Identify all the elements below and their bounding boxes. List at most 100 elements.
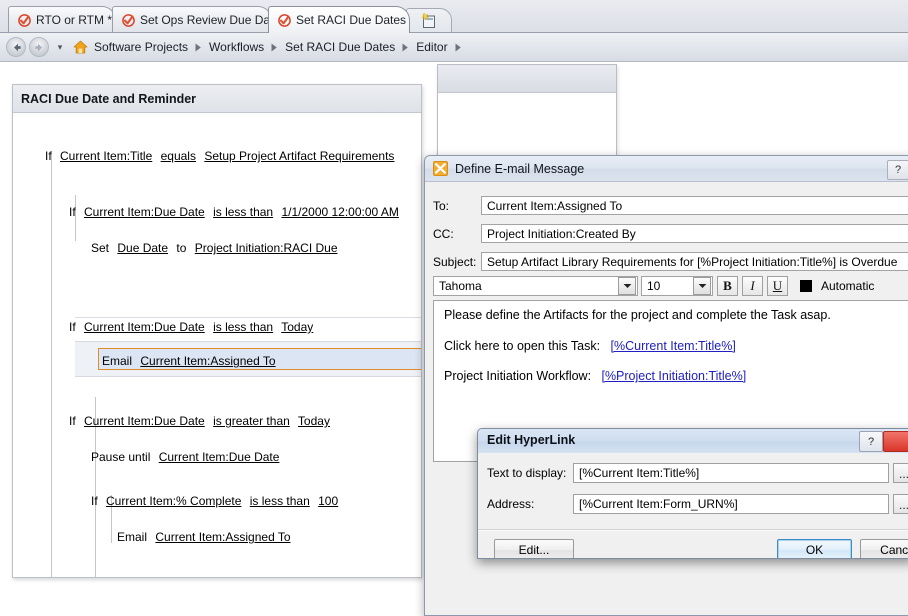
font-family-select[interactable]: Tahoma [433, 276, 638, 296]
hyperlink-help-button[interactable]: ? [859, 431, 883, 452]
font-size-select[interactable]: 10 [641, 276, 713, 296]
ok-button[interactable]: OK [777, 539, 852, 558]
breadcrumb-item-software-projects[interactable]: Software Projects [93, 40, 189, 54]
step-operator[interactable]: is less than [213, 320, 273, 334]
step-field[interactable]: Due Date [117, 241, 168, 255]
email-to-row: To: Current Item:Assigned To [433, 196, 908, 215]
page-title: RACI Due Date and Reminder [21, 91, 197, 106]
hyperlink-dialog-body: Text to display: [%Current Item:Title%] … [478, 453, 908, 558]
step-field[interactable]: Current Item:Title [60, 149, 152, 163]
step-keyword: If [69, 320, 76, 334]
email-dialog-title-bar[interactable]: Define E-mail Message ? [425, 156, 908, 182]
bold-button[interactable]: B [717, 276, 738, 296]
step-operator[interactable]: is less than [250, 494, 310, 508]
step-value[interactable]: Setup Project Artifact Requirements [204, 149, 394, 163]
new-tab-button[interactable] [406, 8, 452, 34]
step-field[interactable]: Current Item:Due Date [84, 205, 205, 219]
back-button[interactable] [6, 37, 26, 57]
step-value[interactable]: 1/1/2000 12:00:00 AM [281, 205, 398, 219]
step-field[interactable]: Current Item:% Complete [106, 494, 241, 508]
underline-button[interactable]: U [767, 276, 788, 296]
email-app-icon [433, 161, 448, 176]
email-subject-field[interactable]: Setup Artifact Library Requirements for … [481, 252, 908, 271]
hyperlink-address-input[interactable]: [%Current Item:Form_URN%] [573, 494, 889, 514]
browser-tab-rto-or-rtm[interactable]: RTO or RTM * [8, 6, 116, 33]
workflow-step-if-due-date-lt-date[interactable]: If Current Item:Due Date is less than 1/… [69, 205, 399, 219]
tab-strip: RTO or RTM * Set Ops Review Due Date Set… [0, 0, 908, 34]
workflow-step-if-percent-complete[interactable]: If Current Item:% Complete is less than … [91, 494, 338, 508]
workflow-step-email-assigned-to-selected[interactable]: Email Current Item:Assigned To [102, 354, 276, 368]
step-operator[interactable]: equals [161, 149, 196, 163]
step-connector: to [176, 241, 187, 255]
current-item-title-link[interactable]: [%Current Item:Title%] [611, 339, 736, 353]
project-initiation-title-link[interactable]: [%Project Initiation:Title%] [601, 369, 746, 383]
breadcrumb-item-set-raci-due-dates[interactable]: Set RACI Due Dates [284, 40, 396, 54]
email-body-line-3: Project Initiation Workflow: [%Project I… [444, 370, 907, 383]
workflow-step-if-due-date-gt-today[interactable]: If Current Item:Due Date is greater than… [69, 414, 330, 428]
chevron-down-icon[interactable] [618, 277, 636, 295]
browser-tab-set-raci-due-dates[interactable]: Set RACI Due Dates [268, 6, 410, 33]
step-value[interactable]: Today [298, 414, 330, 428]
workflow-step-if-title[interactable]: If Current Item:Title equals Setup Proje… [45, 149, 394, 163]
hyperlink-dialog-title: Edit HyperLink [487, 433, 576, 447]
italic-button[interactable]: I [742, 276, 763, 296]
email-dialog-title: Define E-mail Message [455, 161, 585, 176]
hyperlink-text-input[interactable]: [%Current Item:Title%] [573, 463, 889, 483]
email-cc-field[interactable]: Project Initiation:Created By [481, 224, 908, 243]
edit-button[interactable]: Edit... [494, 539, 574, 558]
hyperlink-address-label: Address: [487, 497, 535, 511]
step-field[interactable]: Current Item:Due Date [84, 414, 205, 428]
font-color-swatch[interactable] [800, 280, 812, 292]
email-format-toolbar: Tahoma 10 B I U Automatic [433, 275, 908, 297]
check-circle-icon [278, 13, 291, 27]
hyperlink-dialog-title-bar[interactable]: Edit HyperLink ? [478, 429, 908, 454]
close-icon[interactable] [883, 431, 908, 452]
check-circle-icon [18, 13, 31, 27]
font-family-value: Tahoma [439, 279, 482, 293]
step-field[interactable]: Current Item:Due Date [84, 320, 205, 334]
workflow-step-if-due-date-lt-today[interactable]: If Current Item:Due Date is less than To… [69, 320, 313, 334]
step-keyword: If [69, 205, 76, 219]
breadcrumb-item-editor[interactable]: Editor [415, 40, 448, 54]
step-value[interactable]: Project Initiation:RACI Due [195, 241, 338, 255]
italic-label: I [750, 278, 755, 293]
secondary-panel [437, 64, 617, 164]
step-value[interactable]: Today [281, 320, 313, 334]
hyperlink-text-browse-button[interactable]: ... [893, 463, 908, 483]
hyperlink-address-browse-button[interactable]: ... [893, 494, 908, 514]
font-size-value: 10 [647, 279, 661, 293]
breadcrumb-separator-icon [271, 43, 278, 52]
email-body-line-2: Click here to open this Task: [%Current … [444, 338, 907, 353]
hyperlink-text-label: Text to display: [487, 466, 567, 480]
breadcrumb-item-workflows[interactable]: Workflows [208, 40, 265, 54]
email-body-line-2-prefix: Click here to open this Task: [444, 338, 601, 353]
email-subject-row: Subject: Setup Artifact Library Requirem… [433, 252, 908, 271]
step-field[interactable]: Current Item:Assigned To [140, 354, 275, 368]
browser-tab-set-ops-review-due-date[interactable]: Set Ops Review Due Date [112, 6, 280, 33]
email-cc-label: CC: [433, 226, 454, 241]
step-field[interactable]: Current Item:Assigned To [155, 530, 290, 544]
workflow-step-set-due-date[interactable]: Set Due Date to Project Initiation:RACI … [91, 241, 338, 255]
history-dropdown-button[interactable]: ▾ [53, 42, 67, 52]
step-keyword: Set [91, 241, 110, 255]
step-keyword: If [91, 494, 98, 508]
tab-label: RTO or RTM * [36, 13, 113, 27]
home-icon[interactable] [73, 40, 88, 54]
cancel-button[interactable]: Cance [860, 539, 908, 558]
new-tab-icon [419, 12, 439, 32]
step-value[interactable]: 100 [318, 494, 338, 508]
secondary-panel-header [438, 65, 616, 93]
step-field[interactable]: Current Item:Due Date [159, 450, 280, 464]
workflow-step-email-assigned-to[interactable]: Email Current Item:Assigned To [117, 530, 291, 544]
step-operator[interactable]: is less than [213, 205, 273, 219]
workflow-step-pause-until[interactable]: Pause until Current Item:Due Date [91, 450, 279, 464]
step-operator[interactable]: is greater than [213, 414, 290, 428]
check-circle-icon [122, 13, 135, 27]
email-cc-row: CC: Project Initiation:Created By [433, 224, 908, 243]
forward-button[interactable] [29, 37, 49, 57]
breadcrumb-bar: ▾ Software Projects Workflows Set RACI D… [0, 33, 908, 62]
email-to-field[interactable]: Current Item:Assigned To [481, 196, 908, 215]
chevron-down-icon[interactable] [693, 277, 711, 295]
email-help-button[interactable]: ? [887, 160, 908, 180]
email-body-line-3-prefix: Project Initiation Workflow: [444, 369, 592, 383]
